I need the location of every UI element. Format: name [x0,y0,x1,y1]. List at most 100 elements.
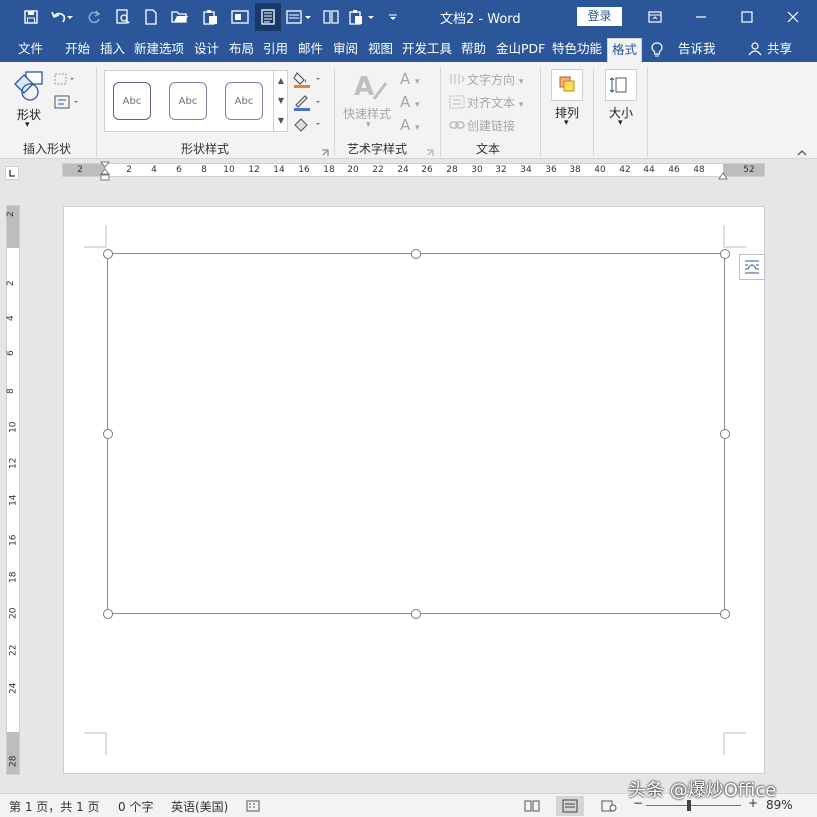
tab-file[interactable]: 文件 [18,38,43,62]
resize-handle-left[interactable] [103,429,113,439]
tab-design[interactable]: 设计 [194,38,219,62]
text-direction-label[interactable]: 文字方向 ▾ [467,71,523,88]
undo-icon[interactable] [48,5,76,29]
screenshot-icon[interactable] [228,5,252,29]
text-effects-icon[interactable]: A ▾ [400,116,420,134]
tell-me-search[interactable]: 告诉我 [678,38,716,62]
group-separator [96,68,97,156]
shapes-gallery-icon[interactable] [12,70,48,104]
zoom-slider[interactable] [646,805,741,806]
gallery-more-icon[interactable]: ▼ [274,111,288,131]
resize-handle-top[interactable] [411,249,421,259]
tab-home[interactable]: 开始 [65,38,90,62]
tab-review[interactable]: 审阅 [333,38,358,62]
tab-format[interactable]: 格式 [607,38,643,63]
chevron-down-icon[interactable]: ▾ [25,120,30,130]
web-layout-icon[interactable] [601,799,617,813]
gallery-scroll[interactable]: ▲ ▼ ▼ [273,71,288,131]
resize-handle-right[interactable] [720,429,730,439]
word-count[interactable]: 0 个字 [118,798,153,815]
read-mode-icon[interactable] [524,799,540,813]
share-button[interactable]: 共享 [767,38,792,62]
indent-marker[interactable] [99,161,111,181]
resize-handle-top-right[interactable] [720,249,730,259]
tab-layout[interactable]: 布局 [229,38,254,62]
create-link-icon[interactable] [449,119,465,131]
save-icon[interactable] [20,5,42,29]
size-icon[interactable] [605,69,637,101]
paste-icon[interactable] [198,5,222,29]
dialog-launcher-icon[interactable] [321,146,329,156]
vertical-ruler[interactable]: 2 2 4 6 8 10 12 14 16 18 20 22 24 28 [6,205,20,775]
align-text-label[interactable]: 对齐文本 ▾ [467,94,523,111]
ruler-tick-label: 12 [8,457,19,469]
ribbon-display-icon[interactable] [640,4,670,30]
chevron-down-icon[interactable]: ▾ [618,118,623,128]
language-indicator[interactable]: 英语(美国) [171,798,228,815]
arrange-icon[interactable] [551,69,583,101]
text-box-icon[interactable] [54,95,82,109]
lightbulb-icon[interactable] [651,38,665,62]
collapse-ribbon-icon[interactable] [797,146,807,156]
wordart-quick-styles-icon[interactable]: A [352,69,388,105]
open-folder-icon[interactable] [168,5,192,29]
align-text-icon[interactable] [449,95,465,109]
page-layout-icon[interactable] [284,5,314,29]
create-link-label[interactable]: 创建链接 [467,117,515,134]
page-count[interactable]: 第 1 页，共 1 页 [9,798,100,815]
document-page[interactable] [63,206,765,774]
two-page-icon[interactable] [320,5,342,29]
drawing-canvas[interactable] [107,253,725,614]
dialog-launcher-icon[interactable] [426,146,434,156]
right-indent-marker[interactable] [718,169,728,180]
maximize-icon[interactable] [732,4,762,30]
customize-qat-icon[interactable] [384,5,402,29]
scroll-up-icon[interactable]: ▲ [274,71,288,91]
tab-view[interactable]: 视图 [368,38,393,62]
share-person-icon[interactable] [748,38,762,62]
minimize-icon[interactable] [686,4,716,30]
print-layout-icon[interactable] [556,796,584,816]
tab-selector[interactable] [5,166,19,180]
resize-handle-bottom-right[interactable] [720,609,730,619]
shape-outline-icon[interactable] [293,94,325,112]
paste-special-icon[interactable] [346,5,378,29]
scroll-down-icon[interactable]: ▼ [274,91,288,111]
login-button[interactable]: 登录 [577,7,622,26]
text-outline-icon[interactable]: A ▾ [400,93,420,111]
macro-record-icon[interactable] [246,799,260,813]
shape-style-2[interactable]: Abc [169,82,207,120]
reading-view-icon[interactable] [255,3,281,31]
edit-shape-icon[interactable] [54,72,76,86]
print-preview-icon[interactable] [112,5,134,29]
ruler-tick-label: 8 [5,388,16,394]
tab-references[interactable]: 引用 [263,38,288,62]
resize-handle-bottom-left[interactable] [103,609,113,619]
shape-style-3[interactable]: Abc [225,82,263,120]
horizontal-ruler[interactable]: 2 2 4 6 8 10 12 14 16 18 20 22 24 26 28 30 32 34 36 38 40 42 4… [62,161,765,181]
shape-fill-icon[interactable] [293,71,325,89]
chevron-down-icon[interactable]: ▾ [564,118,569,128]
resize-handle-bottom[interactable] [411,609,421,619]
text-direction-icon[interactable] [449,72,465,86]
tab-insert[interactable]: 插入 [100,38,125,62]
ruler-margin-left [63,164,105,176]
tab-developer[interactable]: 开发工具 [402,38,452,62]
close-icon[interactable] [778,4,808,30]
layout-options-icon[interactable] [739,254,765,280]
shape-style-1[interactable]: Abc [113,82,151,120]
tab-mailings[interactable]: 邮件 [298,38,323,62]
tab-help[interactable]: 帮助 [461,38,486,62]
chevron-down-icon[interactable]: ▾ [366,120,371,130]
tab-wps-pdf[interactable]: 金山PDF [496,38,545,62]
redo-icon[interactable] [84,5,104,29]
shape-styles-gallery[interactable]: Abc Abc Abc ▲ ▼ ▼ [104,70,288,132]
shape-effects-icon[interactable] [293,117,325,133]
ruler-tick-label: 10 [223,165,235,175]
tab-new-options[interactable]: 新建选项 [134,38,184,62]
new-document-icon[interactable] [140,5,162,29]
tab-special-features[interactable]: 特色功能 [552,38,602,62]
ruler-tick-label: 34 [520,165,532,175]
resize-handle-top-left[interactable] [103,249,113,259]
text-fill-icon[interactable]: A ▾ [400,70,420,88]
